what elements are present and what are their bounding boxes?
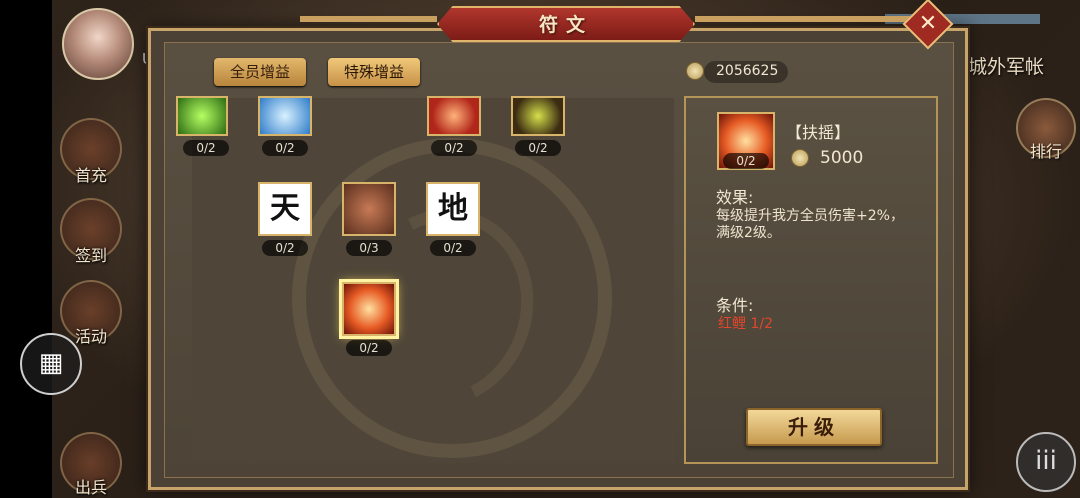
ranking-label: 排行: [1029, 142, 1062, 161]
coin-icon: [686, 62, 704, 80]
rune-node-4-count: 0/2: [515, 140, 561, 156]
condition-value: 红鲤 1/2: [718, 316, 773, 332]
tab-all-members[interactable]: 全员增益: [214, 58, 306, 86]
rune-node-heaven[interactable]: 天: [258, 182, 312, 236]
rune-node-heaven-count: 0/2: [262, 240, 308, 256]
rune-node-4[interactable]: [511, 96, 565, 136]
cost-coin-icon: [791, 149, 809, 167]
tab-special[interactable]: 特殊增益: [328, 58, 420, 86]
rune-node-3[interactable]: [427, 96, 481, 136]
camp-title: 城外军帐: [968, 56, 1045, 78]
deploy-label: 出兵: [74, 478, 107, 497]
selected-rune-count: 0/2: [723, 153, 769, 169]
selected-rune-name: 【扶摇】: [786, 123, 851, 142]
cube-menu-icon[interactable]: ▦: [20, 333, 82, 395]
upgrade-cost: 5000: [820, 148, 864, 168]
rune-node-earth[interactable]: 地: [426, 182, 480, 236]
currency-amount: 2056625: [716, 63, 779, 79]
effect-description: 每级提升我方全员伤害+2%，满级2级。: [716, 208, 904, 241]
rune-node-2-count: 0/2: [262, 140, 308, 156]
screen-edge: [0, 0, 52, 498]
upgrade-button[interactable]: 升级: [746, 408, 882, 446]
title-ornament-left: [300, 16, 437, 22]
rune-node-1[interactable]: [176, 96, 228, 136]
rune-node-bronze[interactable]: [342, 182, 396, 236]
rune-node-bronze-count: 0/3: [346, 240, 392, 256]
rune-node-1-count: 0/2: [183, 140, 229, 156]
close-icon[interactable]: ✕: [910, 7, 946, 43]
panel-title: 符文: [538, 14, 593, 36]
rune-node-fuyao[interactable]: [342, 282, 396, 336]
rune-node-fuyao-count: 0/2: [346, 340, 392, 356]
effect-label: 效果:: [716, 188, 754, 207]
player-avatar[interactable]: [62, 8, 134, 80]
title-ornament-right: [695, 16, 910, 22]
checkin-label: 签到: [74, 246, 107, 265]
rune-node-3-count: 0/2: [431, 140, 477, 156]
rune-node-2[interactable]: [258, 96, 312, 136]
menu-icon[interactable]: iii: [1016, 432, 1076, 492]
rune-node-earth-count: 0/2: [430, 240, 476, 256]
first-recharge-label: 首充: [74, 166, 107, 185]
